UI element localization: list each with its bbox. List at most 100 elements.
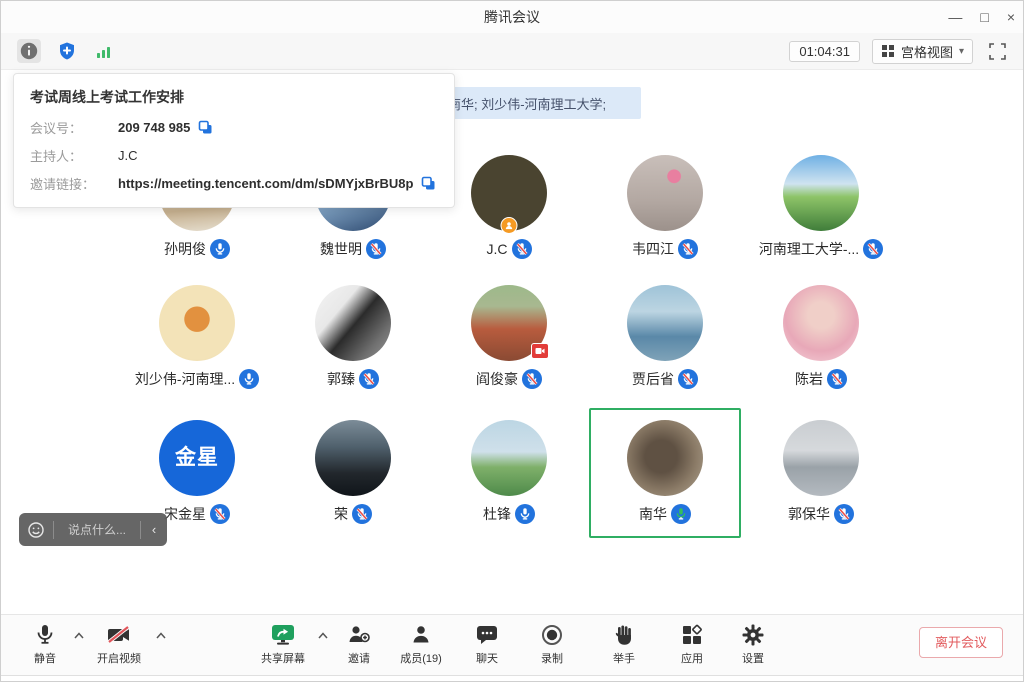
video-options-chevron-icon[interactable] <box>155 631 167 640</box>
app-window: 腾讯会议 — □ × 01:04:31 宫格视图 ▾ <box>0 0 1024 682</box>
video-badge-icon <box>531 343 549 359</box>
avatar <box>471 285 547 361</box>
avatar <box>315 420 391 496</box>
avatar-text: 金星 <box>159 420 235 496</box>
avatar <box>471 420 547 496</box>
participant-cell[interactable]: 刘少伟-河南理... <box>119 285 275 391</box>
leave-meeting-button[interactable]: 离开会议 <box>919 627 1003 658</box>
raise-hand-label: 举手 <box>613 650 635 666</box>
view-mode-label: 宫格视图 <box>901 42 953 61</box>
meeting-no-value: 209 748 985 <box>118 120 190 135</box>
close-button[interactable]: × <box>1007 1 1015 33</box>
participant-cell[interactable]: 阎俊豪 <box>431 285 587 391</box>
invite-button[interactable]: 邀请 <box>337 622 381 666</box>
avatar <box>315 285 391 361</box>
meeting-no-label: 会议号： <box>30 118 118 137</box>
maximize-button[interactable]: □ <box>980 1 988 33</box>
info-icon[interactable] <box>17 39 41 63</box>
record-icon <box>540 622 564 648</box>
invite-person-icon <box>347 622 371 648</box>
security-shield-icon[interactable] <box>55 39 79 63</box>
participant-name: 河南理工大学-... <box>759 239 859 259</box>
mute-button[interactable]: 静音 <box>23 622 67 666</box>
mic-status-icon <box>239 369 259 389</box>
network-signal-icon[interactable] <box>93 39 117 63</box>
camera-off-icon <box>106 622 132 648</box>
participant-cell[interactable]: 杜锋 <box>431 420 587 526</box>
share-screen-button[interactable]: 共享屏幕 <box>253 622 313 666</box>
chat-input-placeholder[interactable]: 说点什么... <box>54 521 140 538</box>
participants-grid: 孙明俊 <box>119 155 899 526</box>
mic-status-icon <box>834 504 854 524</box>
share-options-chevron-icon[interactable] <box>317 631 329 640</box>
chevron-down-icon: ▾ <box>959 46 964 57</box>
participant-name: 魏世明 <box>320 239 362 259</box>
participant-name: 孙明俊 <box>164 239 206 259</box>
chat-quick-bar[interactable]: 说点什么... ‹ <box>19 513 167 546</box>
mute-label: 静音 <box>34 650 56 666</box>
collapse-chevron-icon[interactable]: ‹ <box>141 522 167 537</box>
fullscreen-icon[interactable] <box>985 39 1009 63</box>
members-label: 成员(19) <box>400 650 442 666</box>
avatar <box>627 285 703 361</box>
copy-icon[interactable] <box>198 120 213 135</box>
minimize-button[interactable]: — <box>948 1 962 33</box>
share-screen-icon <box>270 622 296 648</box>
avatar <box>159 285 235 361</box>
participant-cell[interactable]: 南华 <box>587 420 743 526</box>
participant-cell[interactable]: 郭臻 <box>275 285 431 391</box>
participant-name: 刘少伟-河南理... <box>135 369 235 389</box>
view-mode-selector[interactable]: 宫格视图 ▾ <box>872 39 973 64</box>
mute-options-chevron-icon[interactable] <box>73 631 85 640</box>
speaking-banner-text: 南华; 刘少伟-河南理工大学; <box>448 94 606 113</box>
avatar <box>783 420 859 496</box>
mic-status-icon <box>671 504 691 524</box>
participant-name: 南华 <box>639 504 667 524</box>
mic-status-icon <box>512 239 532 259</box>
record-button[interactable]: 录制 <box>530 622 574 666</box>
participant-name: 郭保华 <box>788 504 830 524</box>
avatar <box>783 155 859 231</box>
participant-cell[interactable]: 陈岩 <box>743 285 899 391</box>
participant-name: 陈岩 <box>795 369 823 389</box>
window-bottom-edge <box>1 675 1023 681</box>
chat-button[interactable]: 聊天 <box>465 622 509 666</box>
avatar <box>627 155 703 231</box>
avatar <box>627 420 703 496</box>
participant-cell[interactable]: 金星 宋金星 <box>119 420 275 526</box>
mic-status-icon <box>210 504 230 524</box>
chat-label: 聊天 <box>476 650 498 666</box>
mic-status-icon <box>863 239 883 259</box>
mic-status-icon <box>678 239 698 259</box>
meeting-info-popup: 考试周线上考试工作安排 会议号： 209 748 985 主持人： J.C 邀请… <box>13 73 455 208</box>
title-bar: 腾讯会议 — □ × <box>1 1 1023 34</box>
participant-name: 宋金星 <box>164 504 206 524</box>
share-screen-label: 共享屏幕 <box>261 650 305 666</box>
host-badge-icon <box>501 217 518 234</box>
start-video-label: 开启视频 <box>97 650 141 666</box>
avatar <box>471 155 547 231</box>
members-button[interactable]: 成员(19) <box>391 622 451 666</box>
apps-button[interactable]: 应用 <box>670 622 714 666</box>
emoji-icon[interactable] <box>19 521 53 539</box>
settings-label: 设置 <box>742 650 764 666</box>
mic-status-icon <box>827 369 847 389</box>
host-label: 主持人： <box>30 146 118 165</box>
participant-cell[interactable]: 贾后省 <box>587 285 743 391</box>
start-video-button[interactable]: 开启视频 <box>89 622 149 666</box>
top-toolbar: 01:04:31 宫格视图 ▾ <box>1 33 1023 70</box>
participant-name: 杜锋 <box>483 504 511 524</box>
settings-button[interactable]: 设置 <box>731 622 775 666</box>
raise-hand-button[interactable]: 举手 <box>602 622 646 666</box>
participant-name: 荣 <box>334 504 348 524</box>
avatar <box>783 285 859 361</box>
participant-name: J.C <box>487 241 508 257</box>
participant-cell[interactable]: 河南理工大学-... <box>743 155 899 261</box>
participant-cell[interactable]: 郭保华 <box>743 420 899 526</box>
participant-cell[interactable]: 韦四江 <box>587 155 743 261</box>
mic-status-icon <box>352 504 372 524</box>
members-person-icon <box>409 622 433 648</box>
participant-cell[interactable]: 荣 <box>275 420 431 526</box>
invite-link-value: https://meeting.tencent.com/dm/sDMYjxBrB… <box>118 176 413 191</box>
copy-icon[interactable] <box>421 176 436 191</box>
